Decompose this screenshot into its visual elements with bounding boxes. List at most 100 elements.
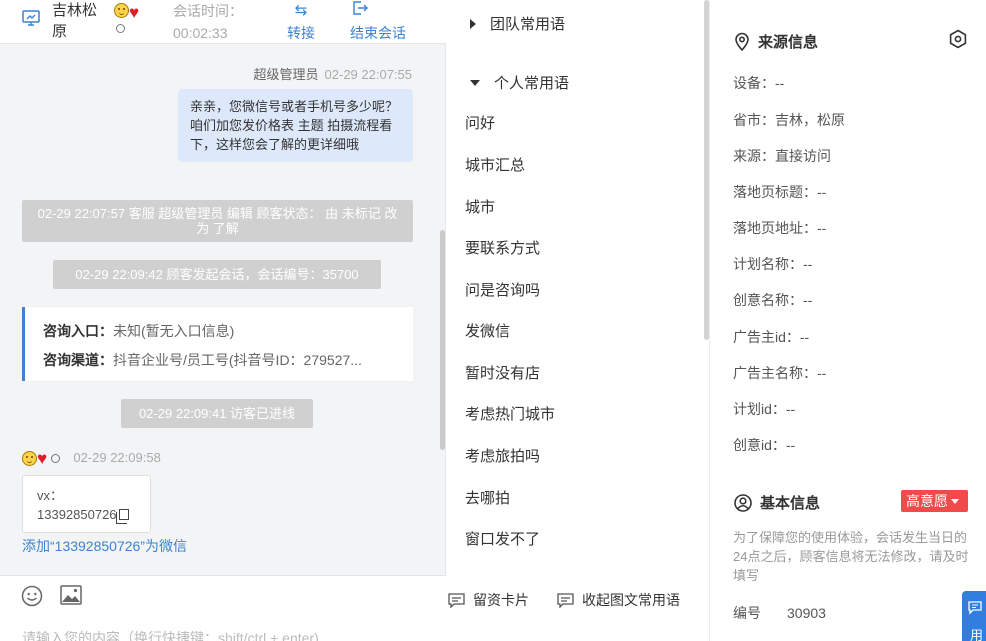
serial-number-row: 编号 30903 — [733, 603, 826, 623]
consult-entry-value: 未知(暂无入口信息) — [113, 323, 235, 339]
field-creative-name: 创意名称：-- — [733, 292, 813, 308]
visitor-phone-number: 13392850726 — [37, 507, 117, 522]
message-input[interactable]: 请输入您的内容（换行快捷键：shift/ctrl + enter) — [22, 628, 319, 641]
group-personal-label: 个人常用语 — [494, 75, 570, 92]
group-personal-phrases[interactable]: 个人常用语 — [470, 72, 569, 93]
emoji-icon[interactable] — [21, 585, 43, 607]
field-plan-id: 计划id：-- — [733, 401, 796, 417]
field-device: 设备：-- — [733, 75, 785, 91]
field-advertiser-name: 广告主名称：-- — [733, 365, 827, 381]
heart-emoji-icon: ♥ — [129, 3, 140, 22]
agent-name: 超级管理员 — [253, 67, 319, 82]
caret-down-icon — [951, 499, 959, 504]
message-card-icon — [448, 593, 465, 609]
phrase-toolbar: 留资卡片 收起图文常用语 — [446, 575, 710, 641]
edit-deadline-notice: 为了保障您的使用体验，会话发生当日的24点之后，顾客信息将无法修改，请及时填写 — [733, 530, 969, 583]
intent-level-label: 高意愿 — [906, 493, 948, 509]
end-session-label: 结束会话 — [350, 25, 406, 41]
group-team-label: 团队常用语 — [490, 16, 566, 33]
agent-message-bubble: 亲亲，您微信号或者手机号多少呢？咱们加您发价格表 主题 拍摄流程看下，这样您会了… — [178, 89, 413, 162]
phrase-item[interactable]: 要联系方式 — [465, 237, 540, 258]
field-creative-id: 创意id：-- — [733, 437, 796, 453]
visitor-message-bubble: vx： 13392850726 — [22, 475, 151, 533]
system-note-visitor-entered: 02-29 22:09:41 访客已进线 — [121, 399, 313, 428]
visitor-emojis: ♥ — [114, 3, 140, 33]
image-icon[interactable] — [60, 585, 82, 605]
transfer-icon: ⇆ — [294, 2, 308, 19]
settings-hex-icon[interactable] — [948, 29, 968, 49]
serial-number-label: 编号 — [733, 605, 761, 621]
consult-channel-label: 咨询渠道： — [43, 352, 113, 368]
location-pin-icon — [735, 32, 749, 52]
transfer-button[interactable]: ⇆ 转接 — [284, 0, 318, 44]
consult-info-card: 咨询入口：未知(暂无入口信息) 咨询渠道：抖音企业号/员工号(抖音号ID：279… — [22, 307, 413, 381]
transfer-label: 转接 — [287, 25, 315, 41]
monitor-icon — [22, 10, 40, 26]
system-note-status-change: 02-29 22:07:57 客服 超级管理员 编辑 顾客状态： 由 未标记 改… — [22, 200, 413, 242]
collapse-image-text-label: 收起图文常用语 — [582, 592, 680, 608]
session-time-label: 会话时间： — [173, 3, 243, 19]
lead-card-label: 留资卡片 — [473, 592, 529, 608]
phrase-item[interactable]: 问好 — [465, 112, 495, 133]
field-plan-name: 计划名称：-- — [733, 256, 813, 272]
phrase-item[interactable]: 窗口发不了 — [465, 528, 540, 549]
consult-channel-value: 抖音企业号/员工号(抖音号ID：279527... — [113, 352, 362, 368]
session-time: 会话时间： 00:02:33 — [173, 0, 243, 44]
collapse-image-text-button[interactable]: 收起图文常用语 — [557, 590, 680, 610]
consult-entry-label: 咨询入口： — [43, 323, 113, 339]
visitor-location: 吉林松原 — [52, 2, 98, 40]
small-smile-icon — [50, 454, 60, 464]
serial-number-value: 30903 — [787, 605, 826, 621]
phrase-item[interactable]: 城市 — [465, 196, 495, 217]
field-landing-url: 落地页地址：-- — [733, 220, 827, 236]
smile-emoji-icon — [22, 451, 37, 467]
session-time-value: 00:02:33 — [173, 25, 228, 41]
heart-emoji-icon: ♥ — [37, 449, 48, 469]
field-source: 来源：直接访问 — [733, 148, 831, 164]
group-team-phrases[interactable]: 团队常用语 — [470, 13, 565, 34]
chat-float-icon — [968, 601, 982, 615]
end-session-button[interactable]: 结束会话 — [350, 0, 416, 44]
phrase-scrollbar[interactable] — [704, 0, 709, 340]
collapse-icon — [470, 80, 480, 86]
phrase-item[interactable]: 考虑旅拍吗 — [465, 445, 540, 466]
smile-emoji-icon — [114, 3, 129, 18]
consult-entry-row: 咨询入口：未知(暂无入口信息) — [43, 317, 395, 346]
field-province-city: 省市：吉林，松原 — [733, 112, 845, 128]
copy-icon[interactable] — [115, 509, 129, 524]
intent-level-dropdown[interactable]: 高意愿 — [901, 490, 968, 512]
floating-chat-button[interactable]: 用 — [962, 591, 986, 641]
composer: 请输入您的内容（换行快捷键：shift/ctrl + enter) — [0, 575, 446, 641]
chat-header: 吉林松原 ♥ 会话时间： 00:02:33 ⇆ 转接 结束会话 — [0, 0, 446, 44]
logout-icon — [350, 0, 416, 22]
app-root: 吉林松原 ♥ 会话时间： 00:02:33 ⇆ 转接 结束会话 超级管理员 02… — [0, 0, 986, 641]
agent-message-time: 02-29 22:07:55 — [324, 67, 412, 82]
basic-info-title: 基本信息 — [734, 492, 820, 513]
user-circle-icon — [734, 494, 752, 512]
visitor-profile-panel: 来源信息 设备：-- 省市：吉林，松原 来源：直接访问 落地页标题：-- 落地页… — [710, 0, 986, 641]
phrase-item[interactable]: 暂时没有店 — [465, 362, 540, 383]
consult-channel-row: 咨询渠道：抖音企业号/员工号(抖音号ID：279527... — [43, 346, 395, 375]
chat-panel: 吉林松原 ♥ 会话时间： 00:02:33 ⇆ 转接 结束会话 超级管理员 02… — [0, 0, 446, 641]
phrase-item[interactable]: 城市汇总 — [465, 154, 525, 175]
system-note-session-start: 02-29 22:09:42 顾客发起会话，会话编号：35700 — [53, 260, 381, 289]
add-wechat-link[interactable]: 添加“13392850726”为微信 — [22, 536, 187, 556]
message-card-icon — [557, 593, 574, 609]
phrase-item[interactable]: 发微信 — [465, 320, 510, 341]
message-list[interactable]: 超级管理员 02-29 22:07:55 亲亲，您微信号或者手机号多少呢？咱们加您… — [0, 45, 446, 573]
phrase-item[interactable]: 问是咨询吗 — [465, 279, 540, 300]
lead-card-button[interactable]: 留资卡片 — [448, 590, 529, 610]
quick-phrase-panel: 团队常用语 个人常用语 问好 城市汇总 城市 要联系方式 问是咨询吗 发微信 暂… — [446, 0, 710, 641]
source-info-label: 来源信息 — [758, 34, 819, 51]
small-smile-icon — [116, 24, 125, 33]
basic-info-label: 基本信息 — [760, 495, 821, 512]
expand-icon — [470, 19, 476, 29]
chat-scrollbar[interactable] — [440, 230, 445, 450]
agent-message-meta: 超级管理员 02-29 22:07:55 — [254, 64, 412, 83]
field-landing-title: 落地页标题：-- — [733, 184, 827, 200]
phrase-item[interactable]: 去哪拍 — [465, 487, 510, 508]
phrase-item[interactable]: 考虑热门城市 — [465, 403, 555, 424]
field-advertiser-id: 广告主id：-- — [733, 329, 810, 345]
visitor-message-prefix: vx： — [37, 488, 64, 503]
floating-chat-label: 用 — [970, 628, 984, 641]
